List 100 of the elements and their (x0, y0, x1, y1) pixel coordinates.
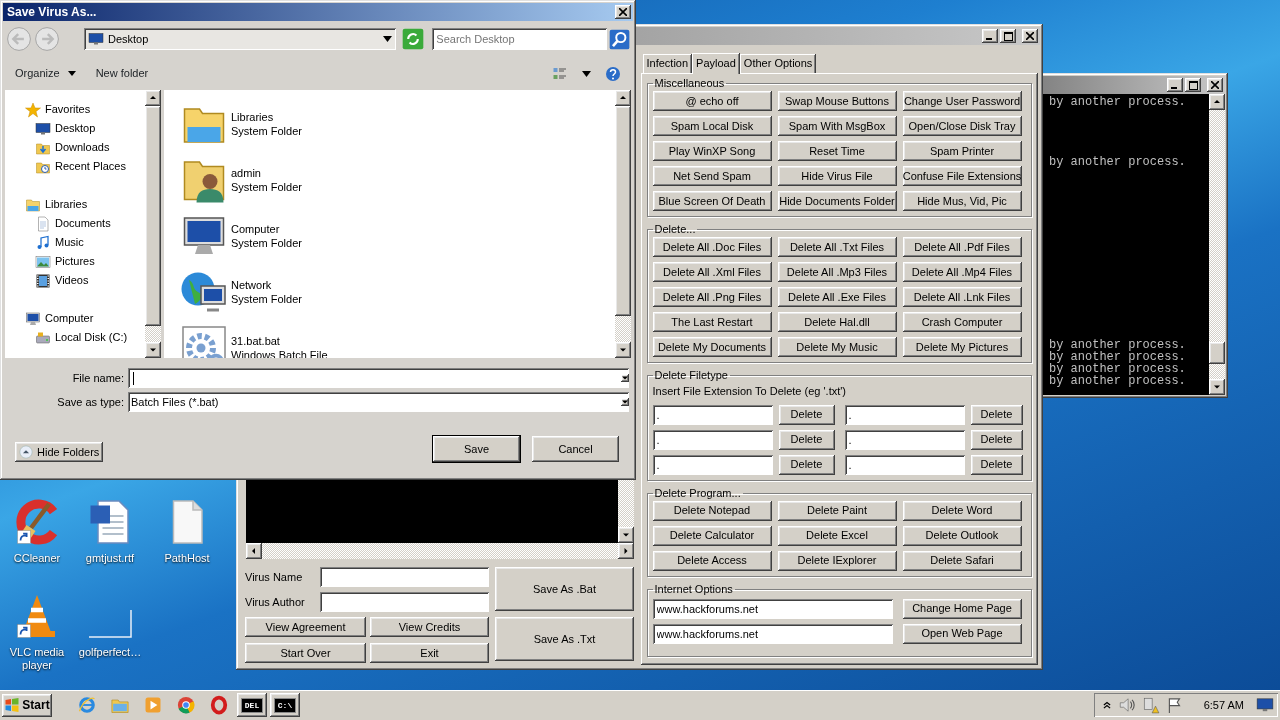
file-name[interactable]: Network (231, 278, 302, 292)
action-button[interactable]: Delete Notepad (652, 500, 772, 521)
taskbar-app-button[interactable]: DEL (237, 693, 267, 717)
start-button[interactable]: Start (2, 693, 52, 717)
organize-menu[interactable]: Organize (15, 65, 76, 82)
scroll-up-button[interactable] (145, 90, 161, 106)
action-button[interactable]: Delete Word (902, 500, 1022, 521)
desktop-icon-label[interactable]: PathHost (164, 552, 210, 565)
chevron-up-icon[interactable] (1101, 700, 1112, 710)
desktop-icon-label[interactable]: VLC media player (1, 646, 73, 672)
clock[interactable]: 6:57 AM (1203, 696, 1244, 714)
file-name[interactable]: Libraries (231, 110, 302, 124)
maximize-button[interactable] (1185, 78, 1201, 92)
action-button[interactable]: Spam Local Disk (652, 116, 772, 136)
action-button[interactable]: @ echo off (652, 91, 772, 111)
nav-item[interactable]: Libraries (45, 196, 88, 213)
tab[interactable]: Infection (642, 54, 693, 73)
scroll-up-button[interactable] (1209, 94, 1225, 110)
scroll-up-button[interactable] (615, 90, 631, 106)
delete-button[interactable]: Delete (970, 429, 1023, 450)
speaker-icon[interactable] (1117, 696, 1136, 714)
extension-field[interactable]: . (652, 454, 773, 475)
nav-item[interactable]: Pictures (55, 253, 95, 270)
nav-item[interactable]: Desktop (55, 120, 96, 137)
dropdown-arrow-icon[interactable] (383, 36, 393, 42)
file-name[interactable]: 31.bat.bat (231, 334, 328, 348)
nav-item[interactable]: Videos (55, 272, 89, 289)
action-button[interactable]: Change User Password (902, 91, 1022, 111)
url-field[interactable]: www.hackforums.net (652, 623, 893, 644)
scroll-down-button[interactable] (1209, 379, 1225, 395)
action-button[interactable]: The Last Restart (652, 312, 772, 332)
action-button[interactable]: Delete All .Lnk Files (902, 287, 1022, 307)
action-button[interactable]: Spam With MsgBox (777, 116, 897, 136)
nav-item[interactable]: Music (55, 234, 84, 251)
action-button[interactable]: Swap Mouse Buttons (777, 91, 897, 111)
search-icon[interactable] (609, 28, 630, 50)
action-button[interactable]: Delete All .Exe Files (777, 287, 897, 307)
minimize-button[interactable] (1167, 78, 1183, 92)
action-button[interactable]: Delete All .Pdf Files (902, 237, 1022, 257)
action-button[interactable]: Delete Outlook (902, 525, 1022, 546)
save-button[interactable]: Save As .Txt (495, 617, 634, 661)
nav-item[interactable]: Favorites (45, 101, 91, 118)
dropdown-arrow-icon[interactable] (582, 70, 591, 77)
extension-field[interactable]: . (844, 454, 965, 475)
action-button[interactable]: Start Over (245, 643, 366, 663)
dropdown-button[interactable] (621, 398, 629, 406)
scroll-left-button[interactable] (246, 543, 262, 559)
search-field[interactable]: Search Desktop (432, 28, 607, 50)
action-button[interactable]: Delete Safari (902, 550, 1022, 571)
action-button[interactable]: Delete All .Doc Files (652, 237, 772, 257)
hide-folders-button[interactable]: Hide Folders (15, 442, 104, 462)
file-name-field[interactable] (128, 368, 629, 388)
taskbar-app-button[interactable]: C:\ (270, 693, 300, 717)
url-field[interactable]: www.hackforums.net (652, 598, 893, 619)
action-button[interactable]: Delete My Pictures (902, 337, 1022, 357)
file-name[interactable]: Computer (231, 222, 302, 236)
monitor-icon[interactable] (1256, 696, 1274, 714)
action-button[interactable]: Delete Calculator (652, 525, 772, 546)
tab[interactable]: Payload (692, 53, 740, 74)
action-button[interactable]: Confuse File Extensions (902, 166, 1022, 186)
save-button[interactable]: Save As .Bat (495, 567, 634, 611)
action-button[interactable]: Crash Computer (902, 312, 1022, 332)
dialog-button[interactable]: Cancel (532, 436, 619, 462)
delete-button[interactable]: Delete (778, 429, 835, 450)
action-button[interactable]: Delete IExplorer (777, 550, 897, 571)
virus-author-field[interactable] (320, 592, 489, 612)
refresh-icon[interactable] (402, 28, 425, 50)
minimize-button[interactable] (982, 29, 998, 43)
extension-field[interactable]: . (844, 404, 965, 425)
action-button[interactable]: Delete Paint (777, 500, 897, 521)
help-icon[interactable] (605, 65, 621, 82)
new-folder-button[interactable]: New folder (95, 65, 149, 82)
file-type-dropdown[interactable]: Batch Files (*.bat) (128, 392, 629, 412)
action-button[interactable]: Delete Access (652, 550, 772, 571)
desktop-icon-label[interactable]: golfperfect… (78, 646, 142, 659)
tab[interactable]: Other Options (739, 54, 817, 73)
action-button[interactable]: Hide Documents Folder (777, 191, 897, 211)
delete-button[interactable]: Delete (970, 404, 1023, 425)
action-button[interactable]: Play WinXP Song (652, 141, 772, 161)
action-button[interactable]: Delete My Music (777, 337, 897, 357)
action-button[interactable]: Hide Mus, Vid, Pic (902, 191, 1022, 211)
close-button[interactable] (615, 5, 631, 19)
url-button[interactable]: Open Web Page (902, 623, 1022, 644)
nav-item[interactable]: Recent Places (55, 158, 126, 175)
action-button[interactable]: Delete All .Xml Files (652, 262, 772, 282)
scrollbar-thumb[interactable] (1209, 342, 1225, 364)
scroll-down-button[interactable] (615, 342, 631, 358)
action-button[interactable]: Open/Close Disk Tray (902, 116, 1022, 136)
close-button[interactable] (1022, 29, 1038, 43)
action-button[interactable]: View Credits (370, 617, 489, 637)
action-button[interactable]: View Agreement (245, 617, 366, 637)
nav-item[interactable]: Computer (45, 310, 94, 327)
close-button[interactable] (1207, 78, 1223, 92)
extension-field[interactable]: . (652, 429, 773, 450)
action-button[interactable]: Net Send Spam (652, 166, 772, 186)
action-button[interactable]: Delete All .Mp3 Files (777, 262, 897, 282)
extension-field[interactable]: . (844, 429, 965, 450)
maximize-button[interactable] (1000, 29, 1016, 43)
extension-field[interactable]: . (652, 404, 773, 425)
action-button[interactable]: Reset Time (777, 141, 897, 161)
